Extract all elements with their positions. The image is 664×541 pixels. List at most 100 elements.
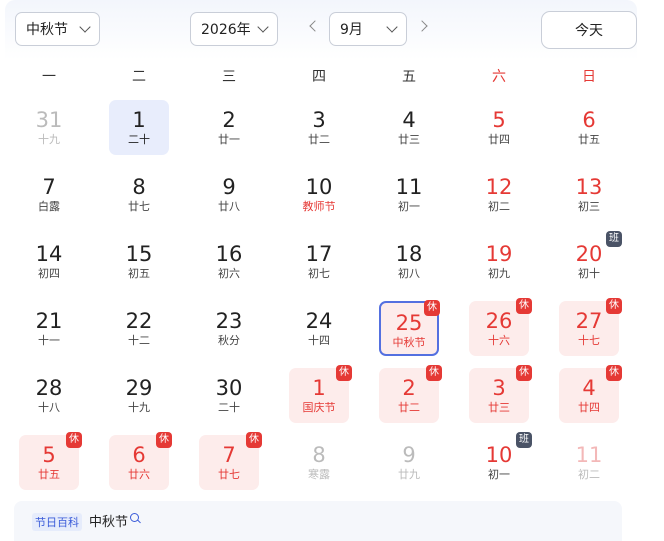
- work-day-badge: 班: [516, 432, 532, 448]
- day-cell[interactable]: 27 十七休: [559, 298, 622, 356]
- lunar-label: 初一: [398, 200, 420, 213]
- lunar-label: 廿七: [218, 468, 240, 481]
- lunar-label: 廿一: [218, 133, 240, 146]
- day-cell[interactable]: 18 初八: [379, 234, 439, 289]
- lunar-label: 初二: [578, 468, 600, 481]
- day-cell[interactable]: 26 十六休: [469, 298, 532, 356]
- day-cell[interactable]: 10 初一班: [469, 432, 532, 490]
- festival-link[interactable]: 中秋节: [89, 511, 128, 530]
- day-cell[interactable]: 11 初一: [379, 167, 439, 222]
- day-number: 8: [312, 443, 326, 467]
- day-number: 6: [582, 108, 596, 132]
- day-cell[interactable]: 28 十八: [19, 368, 79, 423]
- lunar-label: 初五: [128, 267, 150, 280]
- rest-day-badge: 休: [156, 432, 172, 448]
- day-cell[interactable]: 2 廿一: [199, 100, 259, 155]
- lunar-label: 廿八: [218, 200, 240, 213]
- day-number: 23: [215, 309, 243, 333]
- day-cell[interactable]: 23 秋分: [199, 301, 259, 356]
- month-select[interactable]: 9月: [329, 12, 407, 46]
- lunar-label: 初三: [578, 200, 600, 213]
- lunar-label: 廿五: [578, 133, 600, 146]
- today-button[interactable]: 今天: [541, 11, 637, 49]
- rest-day-badge: 休: [66, 432, 82, 448]
- weekday-label: 四: [312, 69, 326, 85]
- chevron-down-icon: [257, 21, 269, 33]
- day-cell[interactable]: 19 初九: [469, 234, 529, 289]
- rest-day-badge: 休: [424, 300, 440, 316]
- day-cell[interactable]: 10 教师节: [289, 167, 349, 222]
- lunar-label: 廿七: [128, 200, 150, 213]
- day-cell[interactable]: 9 廿八: [199, 167, 259, 222]
- day-number: 18: [395, 242, 423, 266]
- day-cell[interactable]: 22 十二: [109, 301, 169, 356]
- day-number: 3: [312, 108, 326, 132]
- day-number: 4: [402, 108, 416, 132]
- lunar-label: 十六: [488, 334, 510, 347]
- lunar-label: 二十: [218, 401, 240, 414]
- day-cell[interactable]: 24 十四: [289, 301, 349, 356]
- day-number: 13: [575, 175, 603, 199]
- rest-day-badge: 休: [516, 365, 532, 381]
- lunar-label: 廿三: [398, 133, 420, 146]
- day-number: 21: [35, 309, 63, 333]
- lunar-label: 十一: [38, 334, 60, 347]
- lunar-label: 廿二: [398, 401, 420, 414]
- day-number: 8: [132, 175, 146, 199]
- day-cell[interactable]: 15 初五: [109, 234, 169, 289]
- day-cell[interactable]: 6 廿六休: [109, 432, 172, 490]
- rest-day-badge: 休: [606, 365, 622, 381]
- day-cell[interactable]: 7 廿七休: [199, 432, 262, 490]
- day-cell[interactable]: 13 初三: [559, 167, 619, 222]
- month-select-value: 9月: [340, 22, 363, 38]
- day-cell[interactable]: 11 初二: [559, 435, 619, 490]
- day-cell[interactable]: 29 十九: [109, 368, 169, 423]
- chevron-down-icon: [79, 21, 91, 33]
- rest-day-badge: 休: [516, 298, 532, 314]
- lunar-label: 初七: [308, 267, 330, 280]
- day-cell[interactable]: 2 廿二休: [379, 365, 442, 423]
- day-cell[interactable]: 5 廿四: [469, 100, 529, 155]
- lunar-label: 初四: [38, 267, 60, 280]
- day-cell[interactable]: 25 中秋节休: [379, 300, 440, 356]
- festival-select[interactable]: 中秋节: [15, 12, 100, 46]
- day-cell[interactable]: 1 国庆节休: [289, 365, 352, 423]
- day-cell[interactable]: 14 初四: [19, 234, 79, 289]
- lunar-label: 初十: [578, 267, 600, 280]
- lunar-label: 中秋节: [392, 336, 426, 349]
- lunar-label: 廿六: [128, 468, 150, 481]
- day-cell[interactable]: 30 二十: [199, 368, 259, 423]
- day-number: 11: [575, 443, 603, 467]
- day-cell[interactable]: 12 初二: [469, 167, 529, 222]
- day-cell[interactable]: 4 廿三: [379, 100, 439, 155]
- day-cell[interactable]: 8 寒露: [289, 435, 349, 490]
- lunar-label: 秋分: [218, 334, 240, 347]
- day-cell[interactable]: 4 廿四休: [559, 365, 622, 423]
- day-cell[interactable]: 9 廿九: [379, 435, 439, 490]
- day-number: 10: [305, 175, 333, 199]
- day-cell[interactable]: 31 十九: [19, 100, 79, 155]
- day-cell[interactable]: 3 廿二: [289, 100, 349, 155]
- weekday-label: 六: [492, 69, 506, 85]
- day-number: 1: [132, 108, 146, 132]
- year-select-value: 2026年: [201, 22, 251, 38]
- rest-day-badge: 休: [336, 365, 352, 381]
- lunar-label: 二十: [128, 133, 150, 146]
- lunar-label: 十二: [128, 334, 150, 347]
- day-cell[interactable]: 21 十一: [19, 301, 79, 356]
- lunar-label: 初九: [488, 267, 510, 280]
- lunar-label: 十四: [308, 334, 330, 347]
- day-cell[interactable]: 8 廿七: [109, 167, 169, 222]
- day-cell[interactable]: 16 初六: [199, 234, 259, 289]
- rest-day-badge: 休: [606, 298, 622, 314]
- day-cell[interactable]: 6 廿五: [559, 100, 619, 155]
- day-number: 29: [125, 376, 153, 400]
- day-cell[interactable]: 3 廿三休: [469, 365, 532, 423]
- year-select[interactable]: 2026年: [190, 12, 278, 46]
- search-icon[interactable]: [130, 513, 139, 522]
- day-cell[interactable]: 7 白露: [19, 167, 79, 222]
- day-cell[interactable]: 20 初十班: [559, 231, 622, 289]
- day-cell[interactable]: 17 初七: [289, 234, 349, 289]
- day-cell[interactable]: 5 廿五休: [19, 432, 82, 490]
- day-cell[interactable]: 1 二十: [109, 100, 169, 155]
